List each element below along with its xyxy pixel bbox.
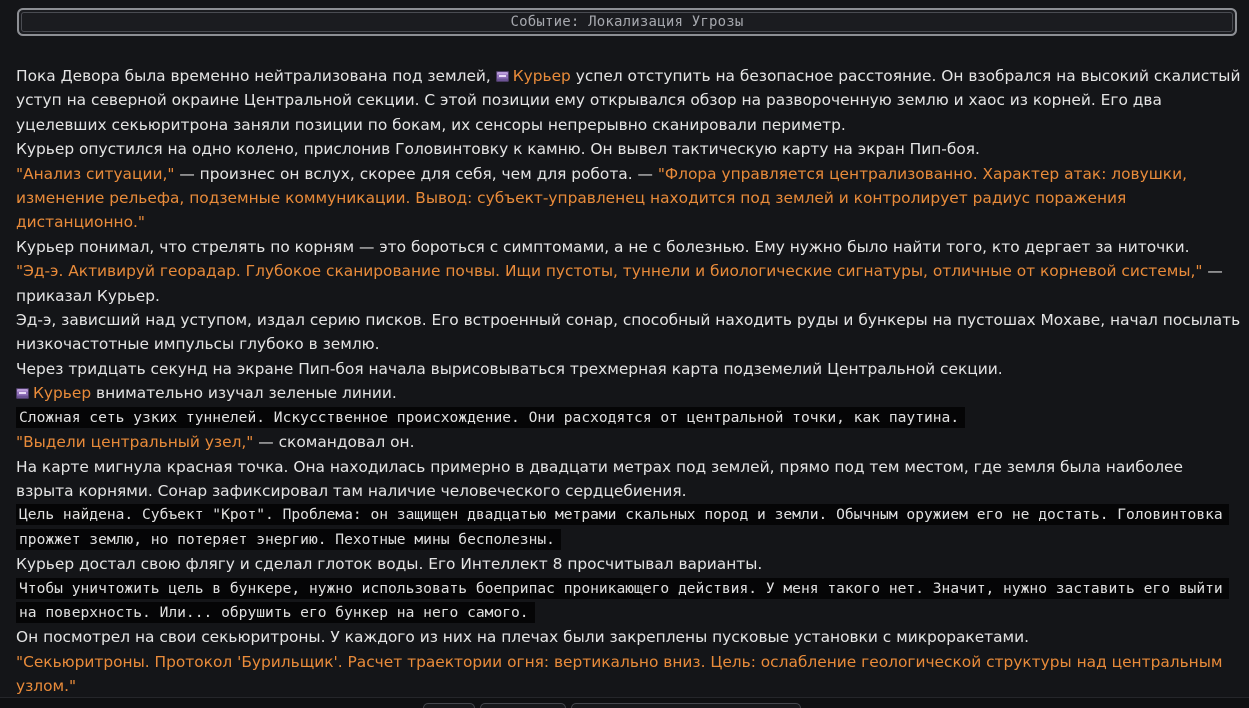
speech-quote: "Секьюритроны. Протокол 'Бурильщик'. Рас…: [16, 652, 1223, 696]
story-paragraph: Курьер достал свою флягу и сделал глоток…: [16, 555, 763, 574]
character-name-courier: Курьер: [512, 67, 571, 85]
event-banner: Событие: Локализация Угрозы: [17, 8, 1237, 36]
speech-quote: "Эд-э. Активируй георадар. Глубокое скан…: [16, 262, 1203, 281]
story-paragraph: Эд-э, зависший над уступом, издал серию …: [16, 311, 1241, 354]
speech-quote: "Выдели центральный узел,": [16, 433, 254, 452]
action-tab-button[interactable]: [571, 703, 801, 708]
paragraph-text: Пока Девора была временно нейтрализована…: [16, 67, 496, 85]
paragraph-text: внимательно изучал зеленые линии.: [91, 384, 397, 403]
thought-block: Чтобы уничтожить цель в бункере, нужно и…: [16, 577, 1241, 626]
paragraph-text: — скомандовал он.: [253, 433, 415, 452]
thought-text: Цель найдена. Субъект "Крот". Проблема: …: [16, 504, 1229, 550]
thought-block: Цель найдена. Субъект "Крот". Проблема: …: [16, 503, 1241, 552]
speech-quote: "Анализ ситуации,": [16, 164, 175, 183]
story-paragraph: "Эд-э. Активируй георадар. Глубокое скан…: [16, 259, 1241, 308]
story-paragraph: "Анализ ситуации," — произнес он вслух, …: [16, 162, 1241, 235]
story-paragraph: Курьер опустился на одно колено, прислон…: [16, 140, 980, 159]
thought-text: Чтобы уничтожить цель в бункере, нужно и…: [16, 577, 1229, 623]
action-tab-button[interactable]: [423, 703, 475, 708]
action-tab-button[interactable]: [480, 703, 566, 708]
story-paragraph: Пока Девора была временно нейтрализована…: [16, 64, 1241, 137]
thought-block: Сложная сеть узких туннелей. Искусственн…: [16, 406, 1241, 430]
story-log: Пока Девора была временно нейтрализована…: [16, 64, 1241, 699]
paragraph-text: — произнес он вслух, скорее для себя, че…: [174, 164, 658, 183]
story-paragraph: На карте мигнула красная точка. Она нахо…: [16, 457, 1183, 500]
story-paragraph: Через тридцать секунд на экране Пип-боя …: [16, 359, 1003, 378]
event-title: Событие: Локализация Угрозы: [510, 14, 744, 30]
character-name-courier: Курьер: [33, 384, 92, 403]
story-paragraph: Курьер внимательно изучал зеленые линии.: [16, 381, 1241, 405]
robot-chip-icon: [495, 71, 509, 82]
robot-chip-icon: [16, 388, 29, 400]
thought-text: Сложная сеть узких туннелей. Искусственн…: [16, 406, 966, 428]
story-paragraph: "Выдели центральный узел," — скомандовал…: [16, 430, 1241, 454]
story-paragraph: Он посмотрел на свои секьюритроны. У каж…: [16, 628, 1030, 647]
bottom-action-bar: [0, 697, 1249, 708]
story-paragraph: Курьер понимал, что стрелять по корням —…: [16, 237, 1190, 256]
